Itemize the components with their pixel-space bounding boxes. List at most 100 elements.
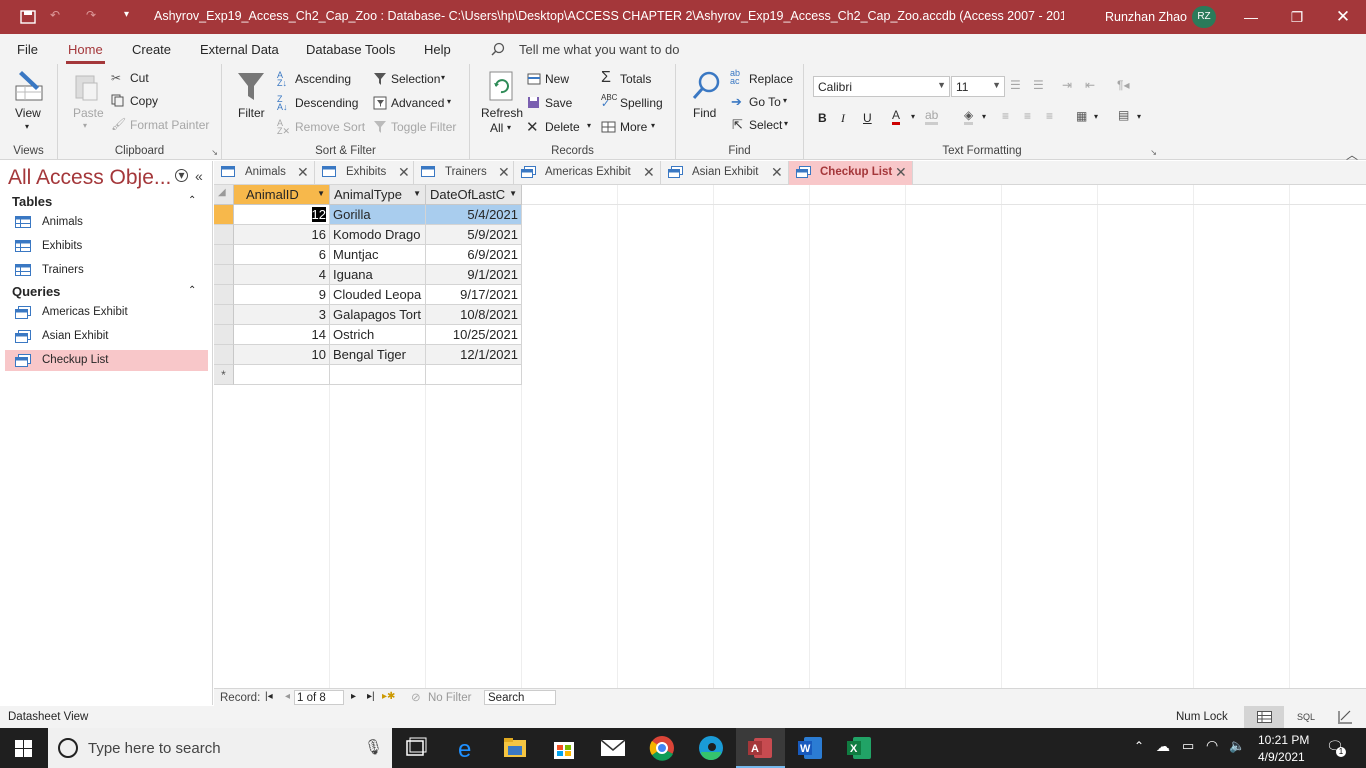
table-cell[interactable]: 5/4/2021 (426, 205, 522, 225)
first-record-icon[interactable]: |◂ (265, 691, 273, 702)
windows-start-icon[interactable] (15, 740, 32, 757)
column-filter-icon[interactable]: ▼ (413, 189, 421, 198)
format-painter-button[interactable]: Format Painter (130, 118, 209, 132)
cut-button[interactable]: Cut (130, 71, 149, 85)
row-selector[interactable] (214, 245, 234, 265)
table-cell[interactable]: 9/1/2021 (426, 265, 522, 285)
onedrive-icon[interactable]: ☁ (1156, 738, 1170, 755)
table-cell[interactable]: Bengal Tiger (330, 345, 426, 365)
more-dropdown-icon[interactable]: ▾ (651, 121, 655, 130)
alt-row-color-icon[interactable]: ▤ (1118, 108, 1129, 122)
toggle-filter-button[interactable]: Toggle Filter (391, 120, 456, 134)
tab-create[interactable]: Create (132, 42, 171, 57)
bold-icon[interactable]: B (818, 111, 827, 125)
row-selector[interactable] (214, 305, 234, 325)
spelling-button[interactable]: Spelling (620, 96, 663, 110)
totals-button[interactable]: Totals (620, 72, 651, 86)
tables-section-header[interactable]: Tables (12, 194, 52, 209)
save-button[interactable]: Save (545, 96, 572, 110)
go-to-button[interactable]: Go To (749, 95, 781, 109)
close-tab-icon[interactable]: ✕ (297, 164, 309, 181)
new-blank-record-icon[interactable]: ▸✱ (382, 691, 395, 702)
column-header-animalid[interactable]: AnimalID ▼ (234, 185, 330, 205)
new-button[interactable]: New (545, 72, 569, 86)
undo-icon[interactable]: ↶ (50, 8, 60, 22)
nav-collapse-icon[interactable]: « (195, 168, 203, 184)
row-selector[interactable] (214, 325, 234, 345)
edge-icon[interactable] (693, 734, 729, 762)
table-cell[interactable]: Iguana (330, 265, 426, 285)
close-tab-icon[interactable]: ✕ (398, 164, 410, 181)
microphone-icon[interactable]: 🎙 (364, 738, 383, 756)
table-cell[interactable]: 12/1/2021 (426, 345, 522, 365)
more-button[interactable]: More (620, 120, 647, 134)
refresh-button[interactable]: Refresh (481, 106, 523, 120)
queries-collapse-icon[interactable]: ⌃ (188, 285, 196, 296)
table-cell[interactable]: 3 (234, 305, 330, 325)
redo-icon[interactable]: ↷ (86, 8, 96, 22)
fill-color-icon[interactable]: ◈ (964, 108, 974, 125)
customize-toolbar-icon[interactable]: ▾ (124, 9, 129, 20)
tell-me-input[interactable]: Tell me what you want to do (519, 42, 679, 57)
replace-button[interactable]: Replace (749, 72, 793, 86)
row-selector[interactable] (214, 225, 234, 245)
avatar[interactable]: RZ (1192, 6, 1216, 28)
table-cell[interactable]: 5/9/2021 (426, 225, 522, 245)
row-selector[interactable] (214, 345, 234, 365)
tab-external-data[interactable]: External Data (200, 42, 279, 57)
new-record-cell[interactable] (426, 365, 522, 385)
chrome-icon[interactable] (644, 734, 680, 762)
selection-button[interactable]: Selection (391, 72, 440, 86)
table-cell[interactable]: 16 (234, 225, 330, 245)
nav-item-americas-exhibit[interactable]: Americas Exhibit (5, 302, 208, 323)
increase-indent-icon[interactable]: ⇥ (1062, 78, 1072, 92)
file-explorer-icon[interactable] (497, 734, 533, 762)
numbering-icon[interactable]: ☰ (1033, 78, 1044, 92)
font-color-dropdown-icon[interactable]: ▾ (911, 112, 915, 121)
last-record-icon[interactable]: ▸| (367, 691, 375, 702)
align-center-icon[interactable]: ≡ (1024, 109, 1031, 123)
nav-menu-dropdown-icon[interactable]: ▾ (175, 169, 188, 182)
paste-dropdown-icon[interactable]: ▾ (83, 121, 87, 130)
table-cell[interactable]: Muntjac (330, 245, 426, 265)
new-record-cell[interactable] (330, 365, 426, 385)
task-view-icon[interactable] (398, 734, 434, 762)
nav-pane-title[interactable]: All Access Obje... (8, 166, 171, 190)
close-button[interactable]: ✕ (1320, 0, 1366, 34)
table-cell[interactable]: Galapagos Tort (330, 305, 426, 325)
descending-button[interactable]: Descending (295, 96, 358, 110)
table-cell[interactable]: 10/8/2021 (426, 305, 522, 325)
design-view-icon[interactable] (1337, 710, 1353, 724)
doc-tab-exhibits[interactable]: Exhibits ✕ (315, 161, 414, 185)
text-formatting-launcher-icon[interactable]: ↘ (1150, 148, 1157, 157)
refresh-dropdown-icon[interactable]: ▾ (507, 123, 511, 132)
filter-status[interactable]: No Filter (428, 692, 471, 704)
font-name-combo[interactable]: Calibri ▼ (813, 76, 950, 97)
close-tab-icon[interactable]: ✕ (771, 164, 783, 181)
access-taskbar-button[interactable]: A (736, 728, 785, 768)
row-selector[interactable] (214, 285, 234, 305)
select-dropdown-icon[interactable]: ▾ (784, 119, 788, 128)
font-dropdown-icon[interactable]: ▼ (937, 80, 946, 90)
table-cell[interactable]: Gorilla (330, 205, 426, 225)
user-name[interactable]: Runzhan Zhao (1105, 10, 1187, 24)
doc-tab-animals[interactable]: Animals ✕ (214, 161, 315, 185)
gridlines-icon[interactable]: ▦ (1076, 109, 1087, 123)
mail-icon[interactable] (595, 734, 631, 762)
row-selector[interactable] (214, 205, 234, 225)
close-tab-icon[interactable]: ✕ (643, 164, 655, 181)
alt-row-dropdown-icon[interactable]: ▾ (1137, 112, 1141, 121)
table-cell[interactable]: 14 (234, 325, 330, 345)
previous-record-icon[interactable]: ◂ (285, 691, 290, 702)
table-cell[interactable]: Clouded Leopa (330, 285, 426, 305)
clock-date[interactable]: 4/9/2021 (1258, 750, 1305, 764)
next-record-icon[interactable]: ▸ (351, 691, 356, 702)
copy-button[interactable]: Copy (130, 94, 158, 108)
tab-help[interactable]: Help (424, 42, 451, 57)
close-tab-icon[interactable]: ✕ (498, 164, 510, 181)
show-hidden-icons[interactable]: ⌃ (1134, 739, 1144, 753)
table-cell[interactable]: 6 (234, 245, 330, 265)
new-record-selector[interactable]: * (214, 365, 234, 385)
font-size-combo[interactable]: 11 ▼ (951, 76, 1005, 97)
nav-item-animals[interactable]: Animals (5, 212, 208, 233)
